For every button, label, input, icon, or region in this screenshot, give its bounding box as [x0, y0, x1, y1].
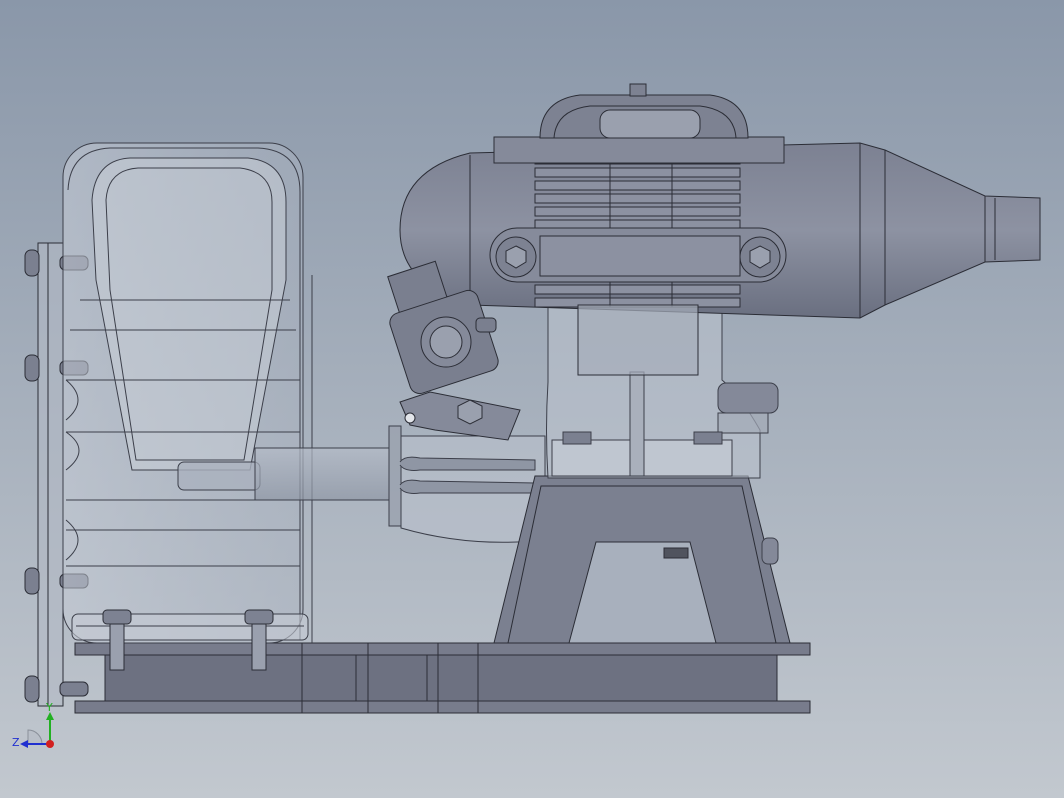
x-axis-dot-icon: [46, 740, 54, 748]
fan-housing[interactable]: [62, 142, 313, 644]
cad-viewport[interactable]: Y Z: [0, 0, 1064, 798]
base-plate[interactable]: [74, 642, 811, 714]
tank-bracket[interactable]: [489, 227, 787, 283]
engine-assembly-model[interactable]: [0, 0, 1064, 798]
z-axis-label: Z: [12, 736, 20, 749]
engine-mount-stand[interactable]: [493, 475, 791, 644]
cylinder-head[interactable]: [493, 83, 785, 164]
axis-triad: Y Z: [12, 701, 54, 749]
z-arrowhead-icon: [20, 740, 28, 748]
y-axis-label: Y: [45, 701, 53, 714]
